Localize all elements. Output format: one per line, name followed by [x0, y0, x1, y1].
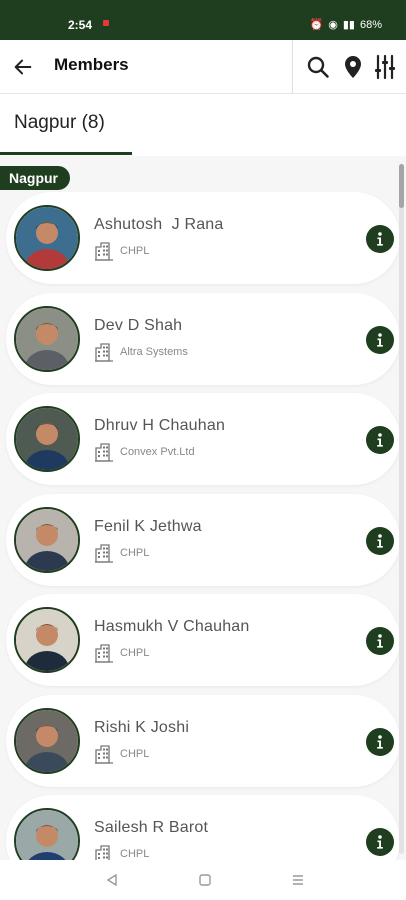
avatar [14, 305, 80, 372]
avatar [14, 506, 80, 573]
notification-icon [103, 20, 109, 26]
scrollbar[interactable] [399, 164, 404, 854]
avatar [14, 607, 80, 673]
back-button[interactable] [8, 52, 38, 82]
header-divider [292, 40, 293, 94]
arrow-left-icon [14, 59, 32, 75]
member-name: Rishi K Joshi [94, 718, 190, 736]
building-icon [95, 845, 110, 860]
member-name: Sailesh R Barot [94, 819, 209, 836]
tab-nagpur[interactable]: Nagpur (8) [14, 112, 105, 134]
triangle-back-icon [106, 873, 117, 887]
company-row: CHPL [94, 744, 149, 764]
building-icon [95, 443, 113, 462]
group-header: Nagpur [0, 166, 70, 190]
building-icon [95, 543, 113, 563]
avatar [14, 205, 80, 271]
company-row: Convex Pvt.Ltd [94, 442, 195, 462]
app-bar: Members [0, 40, 406, 94]
status-bar: 2:54 ⏰ ◉ ▮▮ 68% [0, 0, 406, 40]
member-card[interactable]: Rishi K Joshi CHPL [6, 694, 400, 787]
avatar [14, 707, 80, 774]
location-pin-icon [345, 56, 361, 78]
member-list[interactable]: Nagpur Ashutosh J Rana CHPL Dev D Shah A… [0, 156, 406, 860]
status-icons: ⏰ ◉ ▮▮ 68% [309, 18, 382, 32]
wifi-icon: ◉ [328, 19, 338, 31]
member-company: CHPL [120, 848, 150, 860]
info-icon [377, 734, 383, 749]
battery-level: 68% [359, 18, 382, 31]
company-row: Altra Systems [94, 342, 188, 362]
tab-bar: Nagpur (8) [0, 94, 406, 156]
scrollbar-thumb[interactable] [399, 164, 404, 208]
avatar [14, 406, 80, 472]
info-button[interactable] [366, 627, 394, 655]
info-icon [377, 634, 383, 648]
building-icon [95, 242, 113, 261]
sliders-icon [375, 54, 395, 80]
member-name: Fenil K Jethwa [94, 517, 202, 535]
info-button[interactable] [366, 225, 394, 253]
info-button[interactable] [366, 727, 394, 756]
info-icon [377, 533, 383, 548]
member-name: Hasmukh V Chauhan [94, 618, 250, 635]
alarm-icon: ⏰ [309, 19, 324, 31]
menu-lines-icon [293, 875, 303, 885]
square-home-icon [199, 874, 211, 886]
avatar [14, 808, 80, 860]
building-icon [95, 744, 113, 764]
nav-home-button[interactable] [195, 870, 215, 890]
location-button[interactable] [338, 52, 368, 82]
nav-back-button[interactable] [102, 870, 122, 890]
member-card[interactable]: Ashutosh J Rana CHPL [6, 192, 400, 284]
system-nav-bar [0, 860, 406, 900]
search-icon [307, 56, 329, 78]
member-card[interactable]: Dhruv H Chauhan Convex Pvt.Ltd [6, 393, 400, 485]
building-icon [95, 644, 113, 663]
member-name: Dev D Shah [94, 316, 183, 334]
member-company: CHPL [120, 747, 150, 760]
member-card[interactable]: Fenil K Jethwa CHPL [6, 493, 400, 586]
company-row: CHPL [94, 643, 149, 663]
nav-recents-button[interactable] [288, 870, 308, 890]
company-row: CHPL [94, 844, 149, 860]
info-icon [377, 835, 383, 849]
info-button[interactable] [366, 325, 394, 354]
signal-icon: ▮▮ [342, 19, 355, 31]
page-title: Members [54, 55, 129, 74]
member-company: CHPL [120, 647, 150, 659]
company-row: CHPL [94, 543, 149, 563]
member-card[interactable]: Hasmukh V Chauhan CHPL [6, 594, 400, 686]
info-icon [377, 332, 383, 347]
info-button[interactable] [366, 828, 394, 856]
member-name: Dhruv H Chauhan [94, 417, 226, 434]
company-row: CHPL [94, 241, 149, 261]
member-company: Altra Systems [120, 345, 188, 358]
member-card[interactable]: Dev D Shah Altra Systems [6, 292, 400, 385]
building-icon [95, 342, 113, 362]
member-company: Convex Pvt.Ltd [120, 446, 195, 458]
member-name: Ashutosh J Rana [94, 216, 224, 233]
member-company: CHPL [120, 546, 150, 559]
tab-indicator [0, 152, 132, 155]
member-company: CHPL [120, 245, 150, 257]
info-button[interactable] [366, 526, 394, 555]
status-time: 2:54 [68, 18, 93, 32]
info-icon [377, 433, 383, 447]
info-icon [377, 232, 383, 246]
search-button[interactable] [303, 52, 333, 82]
filter-button[interactable] [370, 52, 400, 82]
member-card[interactable]: Sailesh R Barot CHPL [6, 795, 400, 860]
info-button[interactable] [366, 426, 394, 454]
